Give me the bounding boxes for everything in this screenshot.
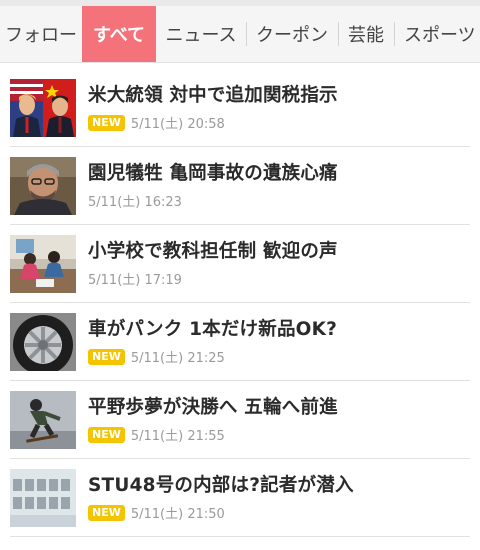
news-title: 米大統領 対中で追加関税指示 xyxy=(88,85,338,106)
classroom-photo xyxy=(10,235,76,293)
new-badge: NEW xyxy=(88,348,125,365)
news-meta: NEW 5/11(土) 21:50 xyxy=(88,503,225,522)
tab-sports[interactable]: スポーツ xyxy=(394,6,480,62)
news-title: 園児犠牲 亀岡事故の遺族心痛 xyxy=(88,163,338,184)
news-timestamp: 5/11(土) 17:19 xyxy=(88,273,182,288)
news-meta: 5/11(土) 17:19 xyxy=(88,269,182,288)
news-title: 平野歩夢が決勝へ 五輪へ前進 xyxy=(88,397,338,418)
news-title: STU48号の内部は?記者が潜入 xyxy=(88,475,354,496)
category-tab-bar: フォロー すべて ニュース クーポン 芸能 スポーツ xyxy=(0,0,480,63)
news-item[interactable]: 小学校で教科担任制 歓迎の声 5/11(土) 17:19 xyxy=(0,225,480,303)
news-timestamp: 5/11(土) 21:55 xyxy=(130,429,225,444)
divider xyxy=(10,536,470,537)
new-badge: NEW xyxy=(88,114,125,131)
news-item[interactable]: 園児犠牲 亀岡事故の遺族心痛 5/11(土) 16:23 xyxy=(0,147,480,225)
news-timestamp: 5/11(土) 21:50 xyxy=(130,507,225,522)
news-title: 小学校で教科担任制 歓迎の声 xyxy=(88,241,338,262)
tab-list: フォロー すべて ニュース クーポン 芸能 スポーツ xyxy=(0,6,480,62)
gallery-photo xyxy=(10,469,76,527)
news-meta: NEW 5/11(土) 21:55 xyxy=(88,425,225,444)
tab-all[interactable]: すべて xyxy=(82,6,156,62)
news-timestamp: 5/11(土) 21:25 xyxy=(130,351,225,366)
news-meta: NEW 5/11(土) 20:58 xyxy=(88,113,225,132)
tab-news[interactable]: ニュース xyxy=(156,6,246,62)
news-item[interactable]: 米大統領 対中で追加関税指示 NEW 5/11(土) 20:58 xyxy=(0,69,480,147)
news-item[interactable]: STU48号の内部は?記者が潜入 NEW 5/11(土) 21:50 xyxy=(0,459,480,537)
news-timestamp: 5/11(土) 20:58 xyxy=(130,117,225,132)
tire-photo xyxy=(10,313,76,371)
leaders-photo xyxy=(10,79,76,137)
tab-entertainment[interactable]: 芸能 xyxy=(338,6,394,62)
news-title: 車がパンク 1本だけ新品OK? xyxy=(88,319,338,340)
tab-coupon[interactable]: クーポン xyxy=(246,6,338,62)
new-badge: NEW xyxy=(88,426,125,443)
news-timestamp: 5/11(土) 16:23 xyxy=(88,195,182,210)
news-meta: NEW 5/11(土) 21:25 xyxy=(88,347,225,366)
news-meta: 5/11(土) 16:23 xyxy=(88,191,182,210)
news-item[interactable]: 平野歩夢が決勝へ 五輪へ前進 NEW 5/11(土) 21:55 xyxy=(0,381,480,459)
man-portrait-photo xyxy=(10,157,76,215)
news-item[interactable]: 車がパンク 1本だけ新品OK? NEW 5/11(土) 21:25 xyxy=(0,303,480,381)
tab-follow[interactable]: フォロー xyxy=(0,6,82,62)
new-badge: NEW xyxy=(88,504,125,521)
skateboard-photo xyxy=(10,391,76,449)
